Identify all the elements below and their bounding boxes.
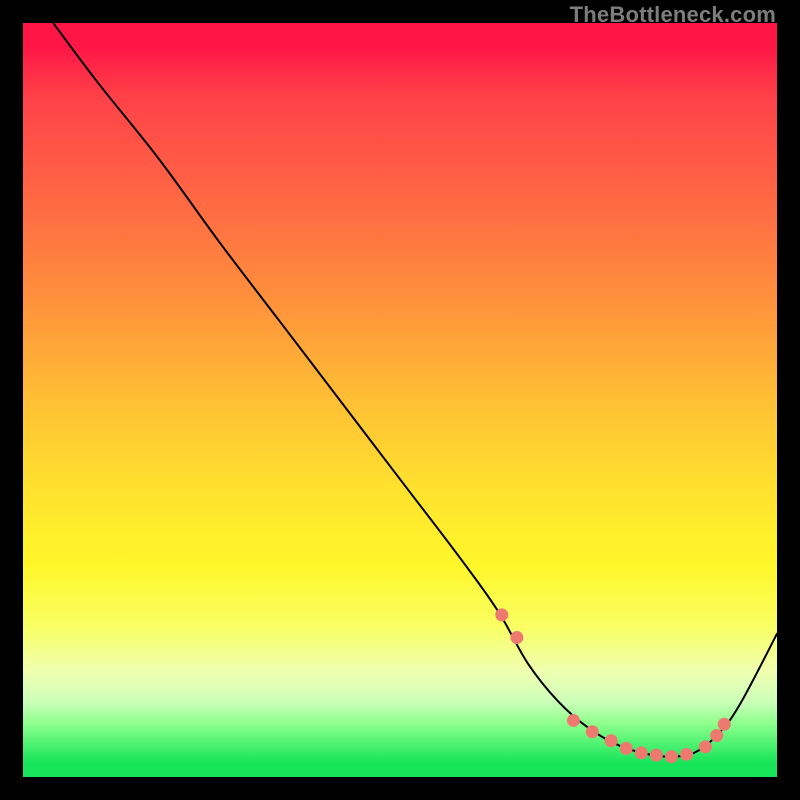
marker-dot [680,748,693,761]
marker-dot [586,725,599,738]
marker-dot [605,734,618,747]
marker-dot [665,750,678,763]
chart-svg [23,23,777,777]
marker-dot [495,608,508,621]
marker-dot [699,740,712,753]
marker-dot [567,714,580,727]
marker-dot [718,718,731,731]
marker-dot [710,729,723,742]
marker-dot [620,742,633,755]
chart-frame: TheBottleneck.com [0,0,800,800]
curve-path [53,23,777,757]
marker-group [495,608,730,763]
marker-dot [635,746,648,759]
marker-dot [650,749,663,762]
marker-dot [510,631,523,644]
plot-area [23,23,777,777]
